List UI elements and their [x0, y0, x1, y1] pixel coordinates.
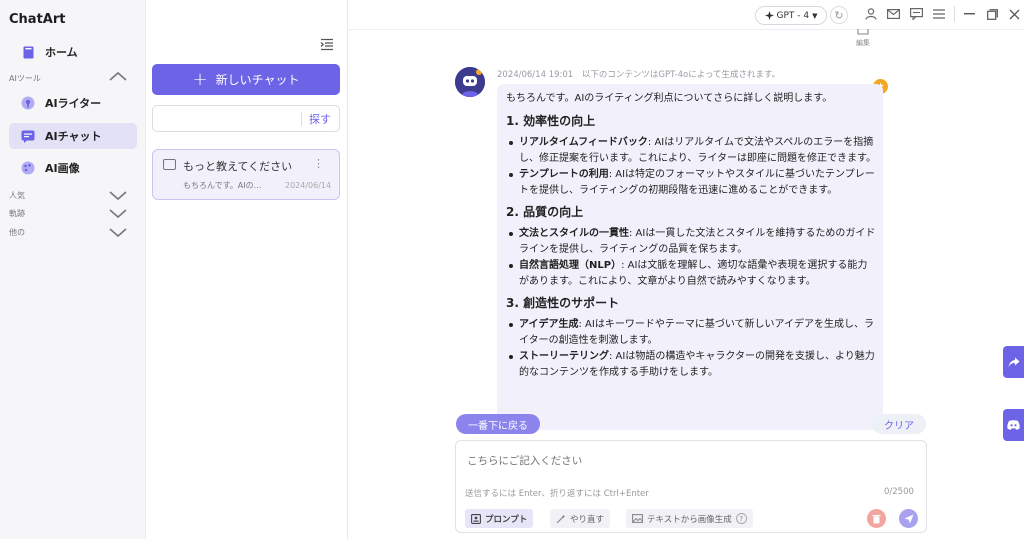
chat-history-title: もっと教えてください [183, 160, 293, 173]
sidebar-item-ai-chat[interactable]: AIチャット [9, 123, 137, 149]
chat-history-item[interactable]: もっと教えてください ⋮ もちろんです。AIの… 2024/06/14 [152, 149, 340, 200]
message-meta: 2024/06/14 19:01 以下のコンテンツはGPT-4oによって生成され… [497, 68, 780, 80]
section-heading: 2. 品質の向上 [506, 205, 584, 219]
toolbar-divider [954, 6, 955, 22]
model-name: GPT - 4 [776, 10, 810, 21]
section-other: 他の [9, 228, 25, 237]
message-timestamp: 2024/06/14 19:01 [497, 70, 574, 80]
top-bar: GPT - 4 ▼ ↻ [348, 0, 1024, 30]
discord-icon[interactable] [1003, 409, 1024, 441]
message-composer: 送信するには Enter、折り返すには Ctrl+Enter 0/2500 プロ… [455, 440, 927, 533]
new-chat-button[interactable]: + 新しいチャット [152, 64, 340, 95]
list-item-term: リアルタイムフィードバック [519, 137, 648, 148]
list-item-term: アイデア生成 [519, 319, 579, 330]
maximize-icon[interactable] [985, 7, 999, 21]
sidebar-item-label: AIチャット [45, 130, 102, 143]
chat-icon [21, 129, 35, 143]
more-options-icon[interactable]: ⋮ [313, 157, 324, 170]
sidebar-item-ai-image[interactable]: AI画像 [9, 155, 137, 181]
plus-icon: + [192, 68, 208, 90]
list-item: リアルタイムフィードバック: AIはリアルタイムで文法やスペルのエラーを指摘し、… [506, 135, 876, 167]
list-item: 自然言語処理（NLP）: AIは文脈を理解し、適切な語彙や表現を選択する能力があ… [506, 258, 876, 290]
share-icon[interactable] [1003, 346, 1024, 378]
list-item: ストーリーテリング: AIは物語の構造やキャラクターの開発を支援し、より魅力的な… [506, 349, 876, 381]
sidebar-item-label: AIライター [45, 97, 102, 110]
assistant-message-bubble: もちろんです。AIのライティング利点についてさらに詳しく説明します。 1. 効率… [497, 84, 883, 430]
bot-avatar [455, 67, 485, 97]
chat-history-preview: もちろんです。AIの… [183, 181, 262, 190]
list-item-term: 文法とスタイルの一貫性 [519, 228, 629, 239]
message-input[interactable] [467, 453, 917, 483]
chat-bubble-icon [163, 159, 176, 170]
section-heading: 1. 効率性の向上 [506, 114, 596, 128]
ai-tools-section-label: AIツール [9, 74, 41, 83]
delete-icon[interactable] [867, 509, 886, 528]
chat-search-box: 探す [152, 105, 340, 132]
image-icon [632, 514, 643, 523]
caret-down-icon: ▼ [812, 11, 818, 20]
section-heading: 3. 創造性のサポート [506, 296, 620, 310]
list-item: 文法とスタイルの一貫性: AIは一貫した文法とスタイルを維持するためのガイドライ… [506, 226, 876, 258]
prompt-label: プロンプト [485, 514, 528, 525]
sparkle-icon [764, 11, 774, 20]
search-button[interactable]: 探す [309, 111, 331, 127]
feedback-icon[interactable] [909, 7, 923, 21]
menu-icon[interactable] [932, 7, 946, 21]
chevron-down-icon[interactable] [108, 208, 128, 220]
palette-icon [21, 161, 35, 175]
chevron-up-icon[interactable] [108, 70, 128, 82]
generation-notice: 以下のコンテンツはGPT-4oによって生成されます。 [581, 70, 781, 80]
section-history: 軌跡 [9, 209, 25, 218]
chat-search-input[interactable] [159, 111, 295, 127]
list-item: テンプレートの利用: AIは特定のフォーマットやスタイルに基づいたテンプレートを… [506, 167, 876, 199]
sidebar-item-ai-writer[interactable]: AIライター [9, 90, 137, 116]
chevron-down-icon[interactable] [108, 227, 128, 239]
list-item: アイデア生成: AIはキーワードやテーマに基づいて新しいアイデアを生成し、ライタ… [506, 317, 876, 349]
chat-list-panel: + 新しいチャット 探す もっと教えてください ⋮ もちろんです。AIの… 20… [146, 0, 348, 539]
mail-icon[interactable] [886, 7, 900, 21]
section-popular: 人気 [9, 191, 25, 200]
text-to-image-button[interactable]: テキストから画像生成 ? [626, 509, 753, 528]
user-icon[interactable] [864, 7, 878, 21]
sidebar-item-label: AI画像 [45, 162, 80, 175]
prompt-icon [471, 513, 481, 524]
app-window: ChatArt ホーム AIツール AIライター AIチャット AI画像 人気 … [0, 0, 1024, 539]
sidebar: ChatArt ホーム AIツール AIライター AIチャット AI画像 人気 … [0, 0, 146, 539]
writer-icon [21, 96, 35, 110]
chat-history-date: 2024/06/14 [285, 181, 332, 190]
collapse-panel-icon[interactable] [320, 38, 334, 51]
list-item-term: テンプレートの利用 [519, 169, 609, 180]
nav-home-label: ホーム [45, 46, 78, 59]
redo-label: やり直す [570, 514, 605, 525]
magic-wand-icon [556, 514, 566, 523]
prompt-button[interactable]: プロンプト [465, 509, 534, 528]
edit-label[interactable]: 編集 [856, 38, 870, 48]
app-logo: ChatArt [9, 12, 66, 27]
refresh-icon[interactable]: ↻ [830, 6, 848, 24]
book-icon [21, 45, 35, 59]
char-counter: 0/2500 [884, 487, 914, 497]
model-selector[interactable]: GPT - 4 ▼ [755, 6, 827, 25]
message-intro: もちろんです。AIのライティング利点についてさらに詳しく説明します。 [506, 93, 833, 104]
text-to-image-label: テキストから画像生成 [647, 514, 732, 525]
nav-home[interactable]: ホーム [9, 39, 137, 65]
send-hint: 送信するには Enter、折り返すには Ctrl+Enter [465, 489, 649, 499]
redo-button[interactable]: やり直す [550, 509, 611, 528]
search-divider [301, 112, 302, 126]
send-icon[interactable] [899, 509, 918, 528]
scroll-to-bottom-button[interactable]: 一番下に戻る [456, 414, 540, 434]
list-item-term: ストーリーテリング [519, 351, 609, 362]
edit-icon[interactable] [857, 29, 869, 35]
help-icon[interactable]: ? [735, 513, 747, 524]
new-chat-label: 新しいチャット [215, 73, 300, 87]
close-icon[interactable] [1007, 7, 1021, 21]
clear-button[interactable]: クリア [872, 414, 926, 434]
list-item-term: 自然言語処理（NLP） [519, 260, 622, 271]
chevron-down-icon[interactable] [108, 190, 128, 202]
minimize-icon[interactable] [962, 7, 976, 21]
